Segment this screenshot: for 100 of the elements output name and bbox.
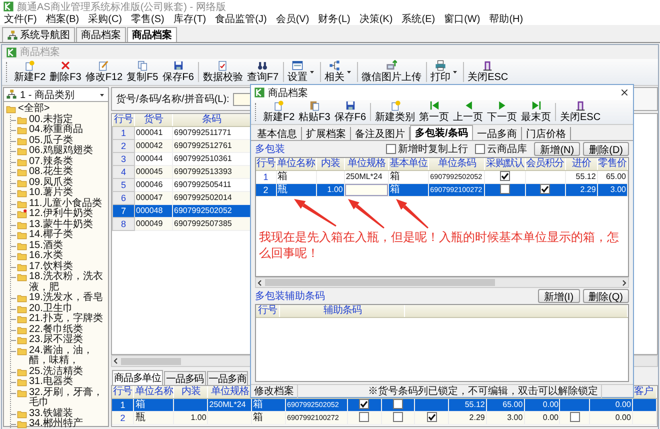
toolbar-button[interactable]: 上一页 bbox=[451, 100, 486, 124]
toolbar-button[interactable]: 粘贴F3 bbox=[296, 100, 332, 124]
checkbox[interactable] bbox=[570, 412, 580, 422]
tree-item[interactable]: 14.椰子类 bbox=[29, 230, 73, 240]
checkbox[interactable] bbox=[475, 144, 486, 154]
column-header[interactable]: 行号 bbox=[256, 158, 276, 170]
column-header[interactable]: 货号 bbox=[134, 114, 172, 126]
checkbox[interactable] bbox=[359, 412, 370, 422]
table-row[interactable]: 7 000048 6907992502052 bbox=[112, 204, 250, 218]
tab[interactable]: 商品多单位 bbox=[112, 370, 164, 385]
action-button[interactable]: 删除(Q) bbox=[582, 289, 629, 303]
column-header[interactable]: 零售价 bbox=[597, 158, 628, 170]
toolbar-button[interactable]: 新建F2 bbox=[261, 100, 297, 124]
toolbar-button[interactable]: 修改F12 bbox=[83, 59, 125, 85]
tab[interactable]: 一品多商 bbox=[472, 127, 522, 140]
column-header[interactable]: 行号 bbox=[112, 114, 134, 126]
tab[interactable]: 门店价格 bbox=[522, 127, 571, 140]
table-row[interactable]: 8 000049 6907992507385 bbox=[112, 218, 250, 230]
checkbox[interactable] bbox=[540, 184, 550, 194]
toolbar-button[interactable]: 打印 bbox=[428, 59, 461, 85]
tree-item[interactable]: 10.薯片类 bbox=[29, 188, 73, 198]
table-row[interactable]: 6 000047 6907992502014 bbox=[112, 192, 250, 204]
toolbar-button[interactable]: 下一页 bbox=[485, 100, 520, 124]
toolbar-button[interactable]: 删除F3 bbox=[48, 59, 84, 85]
column-header[interactable]: 单位规格 bbox=[344, 158, 389, 170]
toolbar-button[interactable]: 保存F6 bbox=[160, 59, 196, 85]
toolbar-button[interactable]: 相关 bbox=[322, 59, 355, 85]
tab[interactable]: 一品多商 bbox=[206, 371, 248, 385]
menu-item[interactable]: 零售(S) bbox=[131, 12, 164, 26]
tree-item[interactable]: 23.尿不湿类 bbox=[29, 335, 83, 346]
action-button[interactable]: 新增(I) bbox=[538, 289, 580, 303]
column-header[interactable]: 单位名称 bbox=[276, 158, 316, 170]
menu-item[interactable]: 帮助(H) bbox=[489, 12, 524, 26]
tree-item[interactable]: 00.未指定 bbox=[29, 114, 73, 125]
column-header[interactable]: 单位条码 bbox=[428, 158, 485, 170]
action-button[interactable]: 新增(N) bbox=[534, 142, 580, 156]
tree-item[interactable]: 16.水类 bbox=[29, 251, 63, 262]
toolbar-button[interactable]: 第一页 bbox=[417, 100, 452, 124]
menu-item[interactable]: 文件(F) bbox=[4, 12, 37, 26]
column-header[interactable]: 行号 bbox=[112, 386, 134, 398]
column-header[interactable]: 进价 bbox=[565, 158, 598, 170]
column-header[interactable]: 内装 bbox=[316, 158, 344, 170]
tree-item[interactable]: 09.凤爪类 bbox=[29, 178, 73, 188]
checkbox[interactable] bbox=[392, 412, 403, 422]
toolbar-button[interactable]: 最末页 bbox=[519, 100, 554, 124]
document-tab[interactable]: 商品档案 bbox=[127, 27, 177, 42]
menu-item[interactable]: 系统(E) bbox=[402, 12, 436, 26]
toolbar-button[interactable]: 新建F2 bbox=[12, 59, 48, 85]
tree-item[interactable]: 20.卫生巾 bbox=[29, 304, 73, 314]
action-button[interactable]: 删除(D) bbox=[583, 142, 629, 156]
document-tab[interactable]: 系统导航图 bbox=[2, 27, 75, 42]
menu-item[interactable]: 食品监管(J) bbox=[215, 12, 267, 26]
horizontal-scrollbar[interactable] bbox=[255, 277, 629, 288]
category-dropdown[interactable]: 1 - 商品类别 bbox=[4, 88, 108, 102]
checkbox[interactable] bbox=[386, 144, 396, 154]
menu-item[interactable]: 采购(C) bbox=[88, 12, 122, 26]
checkbox[interactable] bbox=[500, 184, 510, 194]
tab[interactable]: 多包装/条码 bbox=[410, 125, 473, 140]
checkbox[interactable] bbox=[500, 171, 510, 182]
tree-item[interactable]: 33.铁罐装 bbox=[29, 408, 73, 419]
column-header[interactable]: 单位名称 bbox=[134, 386, 174, 398]
document-tab[interactable]: 商品档案 bbox=[76, 27, 126, 42]
cell-editor[interactable] bbox=[344, 184, 388, 196]
column-header[interactable]: 条码 bbox=[172, 114, 250, 126]
tree-item[interactable]: 05.瓜子类 bbox=[29, 136, 73, 146]
toolbar-button[interactable]: 数据校验 bbox=[200, 59, 245, 85]
tree-item[interactable]: 31.电器类 bbox=[29, 377, 73, 388]
tree-item[interactable]: 07.辣条类 bbox=[29, 156, 73, 167]
tab[interactable]: 基本信息 bbox=[253, 127, 302, 140]
column-header[interactable]: 辅助条码 bbox=[280, 305, 405, 318]
tree-item[interactable]: 22.餐巾纸类 bbox=[29, 324, 83, 335]
column-header[interactable]: 内装 bbox=[174, 386, 208, 398]
tree-item[interactable]: 24.酱油，油，醋，味精， bbox=[29, 346, 107, 366]
scrollbar-thumb[interactable] bbox=[265, 279, 495, 286]
column-header[interactable]: 会员积分 bbox=[525, 158, 566, 170]
menu-item[interactable]: 库存(T) bbox=[173, 12, 206, 26]
tree-item[interactable]: 15.酒类 bbox=[29, 240, 63, 251]
toolbar-button[interactable]: 复制F5 bbox=[124, 59, 160, 85]
toolbar-button[interactable]: 新建类别 bbox=[373, 100, 418, 124]
tree-item[interactable]: 17.饮料类 bbox=[29, 262, 73, 272]
tab[interactable]: 扩展档案 bbox=[302, 127, 351, 140]
scrollbar-thumb[interactable] bbox=[121, 358, 181, 364]
checkbox[interactable] bbox=[426, 412, 437, 422]
menu-item[interactable]: 会员(V) bbox=[276, 12, 310, 26]
tab[interactable]: 一品多码 bbox=[164, 371, 206, 385]
column-header[interactable]: 行号 bbox=[256, 305, 280, 318]
tree-item[interactable]: 32.牙刷，牙膏，毛巾 bbox=[29, 388, 107, 408]
toolbar-button[interactable]: 保存F6 bbox=[332, 100, 368, 124]
checkbox[interactable] bbox=[392, 399, 403, 410]
column-header[interactable]: 基本单位 bbox=[388, 158, 429, 170]
menu-item[interactable]: 档案(B) bbox=[46, 12, 80, 26]
table-row[interactable]: 4 000045 6907992513393 bbox=[112, 166, 250, 178]
table-row[interactable]: 2 000042 6907992512761 bbox=[112, 140, 250, 152]
menu-item[interactable]: 财务(L) bbox=[318, 12, 350, 26]
menu-item[interactable]: 决策(K) bbox=[359, 12, 393, 26]
column-header[interactable]: 单位规格 bbox=[208, 386, 252, 398]
menu-item[interactable]: 窗口(W) bbox=[444, 12, 480, 26]
column-header[interactable]: 采购默认 bbox=[484, 158, 526, 170]
tree-item[interactable]: <全部> bbox=[18, 104, 50, 114]
tree-item[interactable]: 18.洗衣粉，洗衣液，肥 bbox=[29, 272, 107, 293]
